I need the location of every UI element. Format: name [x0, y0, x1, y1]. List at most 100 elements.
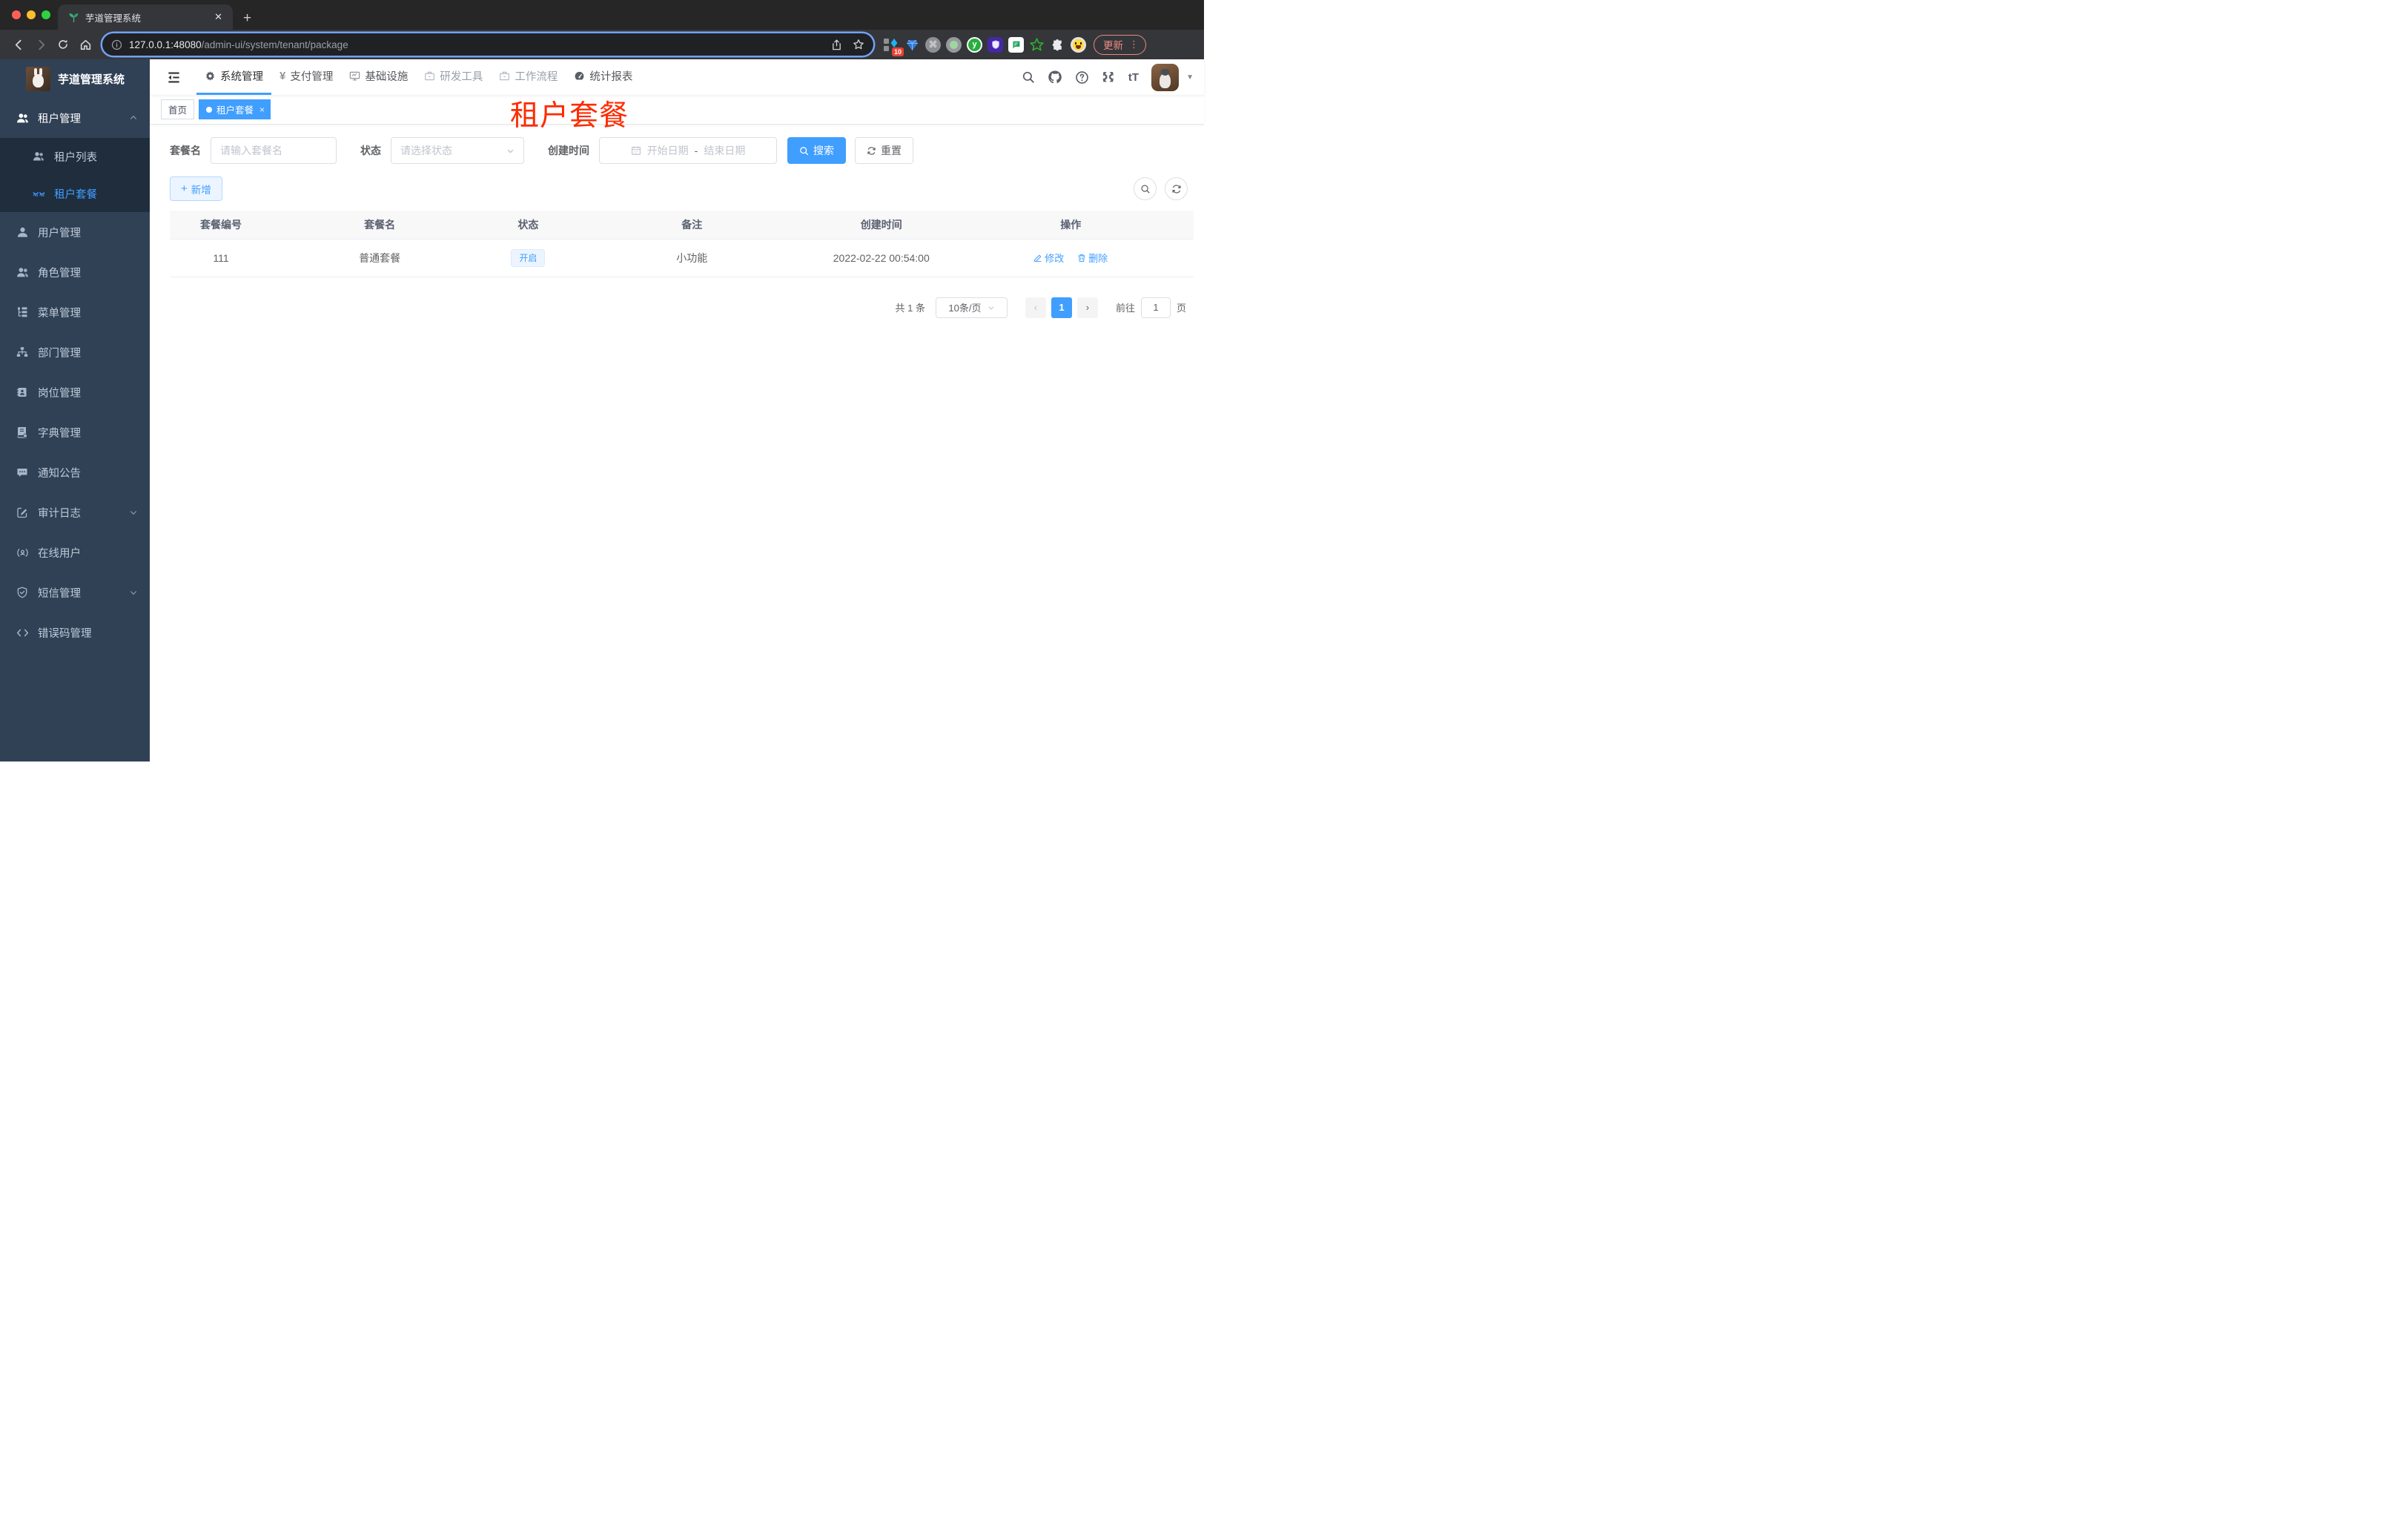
- browser-tab[interactable]: 芋道管理系统 ✕: [58, 4, 233, 30]
- extension-diamond-icon[interactable]: 10: [884, 37, 904, 56]
- delete-link[interactable]: 删除: [1077, 251, 1108, 265]
- app-logo-rabbit: [26, 66, 50, 91]
- input-placeholder: 请输入套餐名: [220, 145, 282, 156]
- calendar-icon: [631, 145, 641, 156]
- active-tag-dot: [206, 106, 213, 113]
- sidebar-logo-row[interactable]: 芋道管理系统: [0, 59, 150, 98]
- topnav-label: 工作流程: [515, 71, 558, 83]
- dashboard-icon: [574, 70, 585, 82]
- topnav-item-report[interactable]: 统计报表: [566, 59, 641, 95]
- sidebar-item-role-management[interactable]: 角色管理: [0, 252, 150, 292]
- sidebar-item-audit-log[interactable]: 审计日志: [0, 492, 150, 532]
- sidebar-item-tenant-list[interactable]: 租户列表: [0, 138, 150, 175]
- home-icon[interactable]: [74, 33, 96, 56]
- extension-record-icon[interactable]: [946, 36, 962, 53]
- sidebar-item-user-management[interactable]: 用户管理: [0, 212, 150, 252]
- extensions-puzzle-icon[interactable]: [1050, 37, 1065, 53]
- zoom-window-button[interactable]: [42, 10, 50, 19]
- sidebar-item-dict-management[interactable]: 字典管理: [0, 412, 150, 452]
- share-icon[interactable]: [831, 39, 842, 50]
- browser-update-chip[interactable]: 更新 ⋮: [1094, 34, 1146, 55]
- sidebar-item-tenant-management[interactable]: 租户管理: [0, 98, 150, 138]
- browser-toolbar: 127.0.0.1:48080/admin-ui/system/tenant/p…: [0, 30, 1204, 59]
- refresh-table-button[interactable]: [1165, 177, 1188, 200]
- sidebar-item-dept-management[interactable]: 部门管理: [0, 332, 150, 372]
- eyelash-icon: [32, 188, 45, 200]
- tag-tenant-package[interactable]: 租户套餐 ×: [199, 99, 271, 119]
- extension-green-y-icon[interactable]: y: [967, 36, 982, 53]
- font-size-icon[interactable]: tT: [1128, 71, 1139, 84]
- extension-command-icon[interactable]: ⌘: [925, 36, 941, 53]
- sidebar-item-label: 在线用户: [38, 547, 81, 560]
- next-page-button[interactable]: ›: [1076, 297, 1098, 318]
- fullscreen-icon[interactable]: [1102, 70, 1116, 85]
- sidebar-item-error-code[interactable]: 错误码管理: [0, 612, 150, 653]
- date-range-picker[interactable]: 开始日期 - 结束日期: [599, 137, 777, 164]
- topnav-label: 支付管理: [290, 71, 334, 83]
- close-tag-icon[interactable]: ×: [259, 105, 265, 115]
- search-button[interactable]: 搜索: [787, 137, 846, 164]
- reload-icon[interactable]: [52, 33, 74, 56]
- back-icon[interactable]: [7, 33, 30, 56]
- show-search-toggle-button[interactable]: [1134, 177, 1157, 200]
- user-avatar[interactable]: [1151, 63, 1180, 91]
- sidebar-item-online-users[interactable]: 在线用户: [0, 532, 150, 572]
- goto-page-input[interactable]: 1: [1140, 297, 1171, 318]
- sidebar-item-label: 岗位管理: [38, 387, 81, 400]
- sidebar-item-sms-management[interactable]: 短信管理: [0, 572, 150, 612]
- sidebar-item-label: 租户管理: [38, 113, 81, 125]
- message-bubble-icon: [16, 466, 29, 478]
- users-icon: [16, 112, 29, 125]
- col-remark: 备注: [569, 211, 815, 239]
- collapse-sidebar-icon[interactable]: [161, 65, 186, 90]
- topnav-item-devtools[interactable]: 研发工具: [416, 59, 491, 95]
- current-page-button[interactable]: 1: [1051, 297, 1072, 318]
- delete-link-label: 删除: [1088, 253, 1108, 264]
- topnav-item-payment[interactable]: ¥ 支付管理: [271, 59, 341, 95]
- cell-package-name: 普通套餐: [272, 239, 488, 277]
- minimize-window-button[interactable]: [27, 10, 36, 19]
- reset-button-label: 重置: [881, 145, 902, 156]
- extension-shield-icon[interactable]: [988, 36, 1003, 53]
- close-tab-icon[interactable]: ✕: [211, 11, 225, 23]
- package-name-input[interactable]: 请输入套餐名: [211, 137, 337, 164]
- address-bar[interactable]: 127.0.0.1:48080/admin-ui/system/tenant/p…: [102, 33, 873, 56]
- status-select[interactable]: 请选择状态: [391, 137, 524, 164]
- topnav-item-infra[interactable]: 基础设施: [341, 59, 416, 95]
- sidebar-submenu-tenant: 租户列表 租户套餐: [0, 138, 150, 212]
- bookmark-star-icon[interactable]: [853, 39, 864, 50]
- browser-tab-title: 芋道管理系统: [85, 13, 142, 24]
- new-tab-button[interactable]: +: [243, 11, 251, 25]
- close-window-button[interactable]: [12, 10, 21, 19]
- sidebar-item-post-management[interactable]: 岗位管理: [0, 372, 150, 412]
- add-button[interactable]: + 新增: [170, 176, 222, 201]
- site-info-icon[interactable]: [111, 39, 122, 50]
- search-icon[interactable]: [1022, 70, 1035, 84]
- forward-icon[interactable]: [30, 33, 52, 56]
- edit-link[interactable]: 修改: [1033, 251, 1064, 265]
- tag-home[interactable]: 首页: [161, 99, 195, 119]
- extension-gem-icon[interactable]: [904, 37, 920, 53]
- sidebar-item-menu-management[interactable]: 菜单管理: [0, 292, 150, 332]
- help-icon[interactable]: [1075, 70, 1089, 85]
- tag-label: 首页: [168, 105, 188, 116]
- sidebar-item-tenant-package[interactable]: 租户套餐: [0, 175, 150, 212]
- topnav-item-workflow[interactable]: 工作流程: [491, 59, 566, 95]
- monitor-icon: [349, 70, 360, 82]
- sidebar-item-notice[interactable]: 通知公告: [0, 452, 150, 492]
- chevron-down-icon: [988, 304, 995, 311]
- filter-date-label: 创建时间: [548, 145, 589, 156]
- github-icon[interactable]: [1048, 70, 1062, 85]
- filter-form: 套餐名 请输入套餐名 状态 请选择状态 创建时间 开始日期 - 结束日期 搜索 …: [170, 137, 1194, 164]
- col-package-name: 套餐名: [272, 211, 488, 239]
- extension-star-icon[interactable]: [1029, 37, 1045, 53]
- topnav-item-system[interactable]: 系统管理: [196, 59, 271, 95]
- extension-chat-icon[interactable]: [1008, 36, 1024, 53]
- prev-page-button[interactable]: ‹: [1025, 297, 1046, 318]
- reset-button[interactable]: 重置: [855, 137, 913, 164]
- extension-smiley-icon[interactable]: [1071, 36, 1086, 53]
- page-size-select[interactable]: 10条/页: [935, 297, 1008, 318]
- browser-menu-icon[interactable]: ⋮: [1129, 39, 1139, 50]
- avatar-caret-icon[interactable]: ▼: [1186, 73, 1194, 82]
- select-placeholder: 请选择状态: [400, 145, 452, 156]
